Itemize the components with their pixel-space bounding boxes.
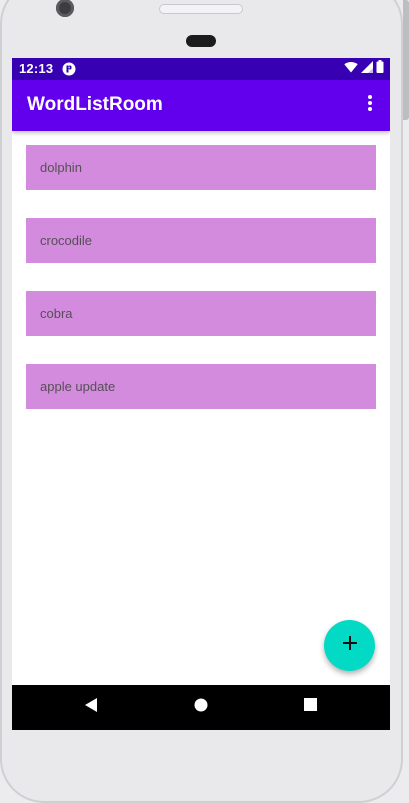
app-bar: WordListRoom [12,80,390,131]
list-item[interactable]: cobra [26,291,376,336]
sensor [186,35,216,47]
device-frame: 12:13 WordListRoom dolphin crocodile cob… [0,0,409,803]
more-vert-icon [367,94,373,117]
speaker-grille [159,4,243,14]
home-icon [194,698,208,717]
add-word-button[interactable] [324,620,375,671]
back-button[interactable] [79,695,103,719]
app-notification-icon [62,62,76,76]
screen: 12:13 WordListRoom dolphin crocodile cob… [12,58,390,730]
status-bar: 12:13 [12,58,390,80]
word-text: apple update [40,379,116,394]
navigation-bar [12,685,390,730]
power-button [403,0,409,120]
battery-icon [376,60,384,78]
signal-icon [361,60,373,78]
word-text: cobra [40,306,73,321]
word-text: dolphin [40,160,82,175]
word-text: crocodile [40,233,93,248]
plus-icon [342,635,358,656]
list-item[interactable]: dolphin [26,145,376,190]
status-icons [344,60,384,78]
recents-button[interactable] [298,695,322,719]
wifi-icon [344,60,358,78]
list-item[interactable]: crocodile [26,218,376,263]
app-title: WordListRoom [27,94,163,115]
home-button[interactable] [189,695,213,719]
more-options-button[interactable] [358,90,382,120]
back-icon [84,697,98,718]
status-time: 12:13 [19,61,54,76]
word-list: dolphin crocodile cobra apple update [26,145,376,437]
list-item[interactable]: apple update [26,364,376,409]
recents-icon [303,698,317,716]
